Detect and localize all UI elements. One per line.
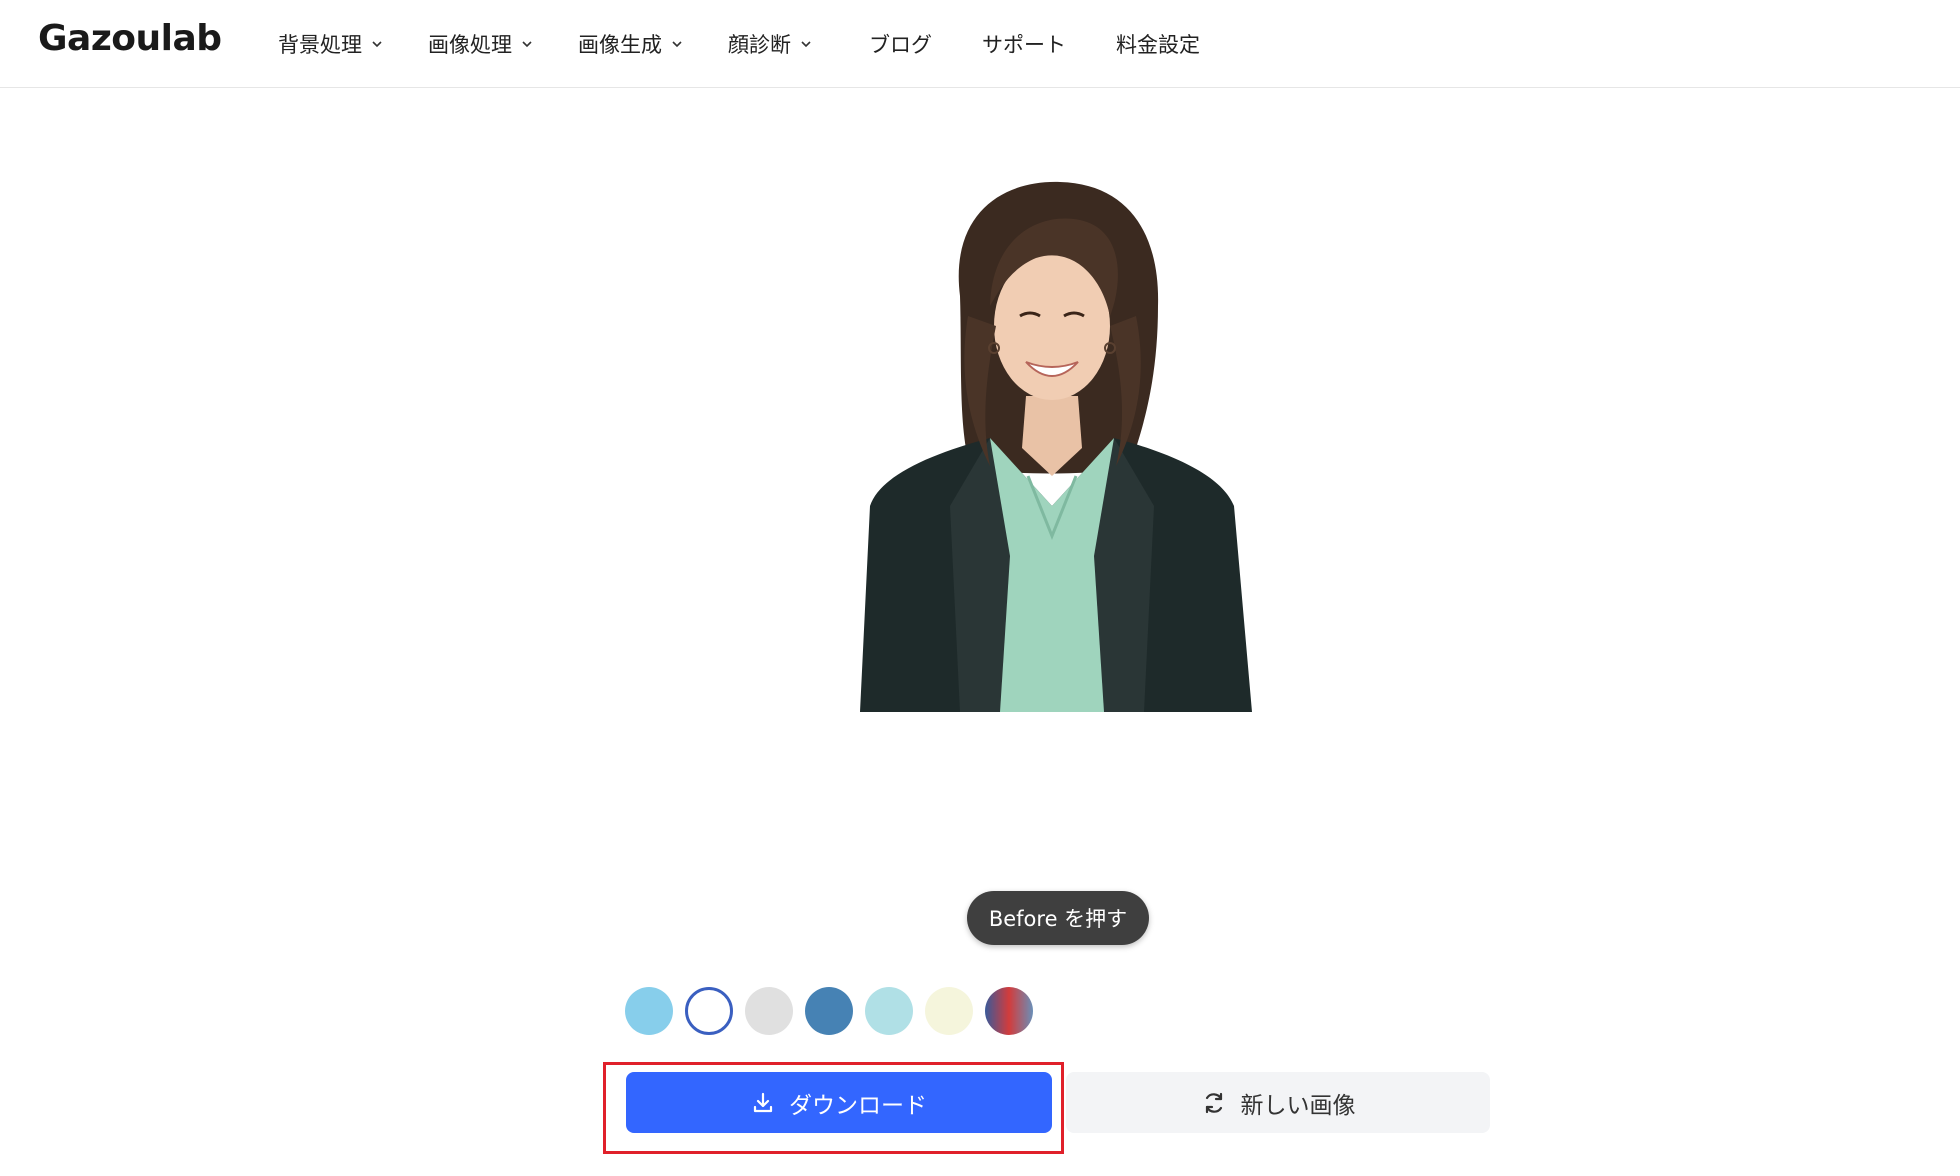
download-label: ダウンロード <box>789 1091 927 1118</box>
before-tooltip: Before を押す <box>967 891 1149 945</box>
main-nav: 背景処理 画像処理 画像生成 顔診断 ブログ サポート 料金設定 <box>278 0 1244 88</box>
download-icon <box>753 1092 773 1112</box>
swatch-light-gray[interactable] <box>745 987 793 1035</box>
swatch-white[interactable] <box>685 987 733 1035</box>
nav-item-background[interactable]: 背景処理 <box>278 29 384 59</box>
chevron-down-icon <box>372 41 382 48</box>
swatch-powder-blue[interactable] <box>865 987 913 1035</box>
nav-item-label: 料金設定 <box>1116 33 1200 57</box>
swatch-steel-blue[interactable] <box>805 987 853 1035</box>
new-image-button[interactable]: 新しい画像 <box>1066 1072 1490 1133</box>
nav-item-label: 顔診断 <box>728 33 791 57</box>
nav-item-face-diagnosis[interactable]: 顔診断 <box>728 29 813 59</box>
logo[interactable]: Gazoulab <box>38 18 222 59</box>
nav-item-label: サポート <box>982 33 1066 57</box>
swatch-gradient[interactable] <box>985 987 1033 1035</box>
nav-item-label: 画像生成 <box>578 33 662 57</box>
nav-item-image-processing[interactable]: 画像処理 <box>428 29 534 59</box>
background-color-picker <box>625 987 1045 1035</box>
refresh-icon <box>1205 1092 1222 1113</box>
nav-item-blog[interactable]: ブログ <box>869 29 932 59</box>
new-image-label: 新しい画像 <box>1240 1091 1356 1118</box>
nav-item-label: 画像処理 <box>428 33 512 57</box>
nav-item-support[interactable]: サポート <box>982 29 1066 59</box>
chevron-down-icon <box>672 41 682 48</box>
top-header: Gazoulab 背景処理 画像処理 画像生成 顔診断 ブログ サポート 料金設… <box>0 0 1960 88</box>
nav-item-label: 背景処理 <box>278 33 362 57</box>
nav-item-image-generation[interactable]: 画像生成 <box>578 29 684 59</box>
swatch-beige[interactable] <box>925 987 973 1035</box>
nav-item-pricing[interactable]: 料金設定 <box>1116 29 1200 59</box>
nav-item-label: ブログ <box>869 33 932 57</box>
chevron-down-icon <box>522 41 532 48</box>
download-button[interactable]: ダウンロード <box>626 1072 1052 1133</box>
chevron-down-icon <box>801 41 811 48</box>
swatch-sky-blue[interactable] <box>625 987 673 1035</box>
result-image <box>860 181 1252 712</box>
